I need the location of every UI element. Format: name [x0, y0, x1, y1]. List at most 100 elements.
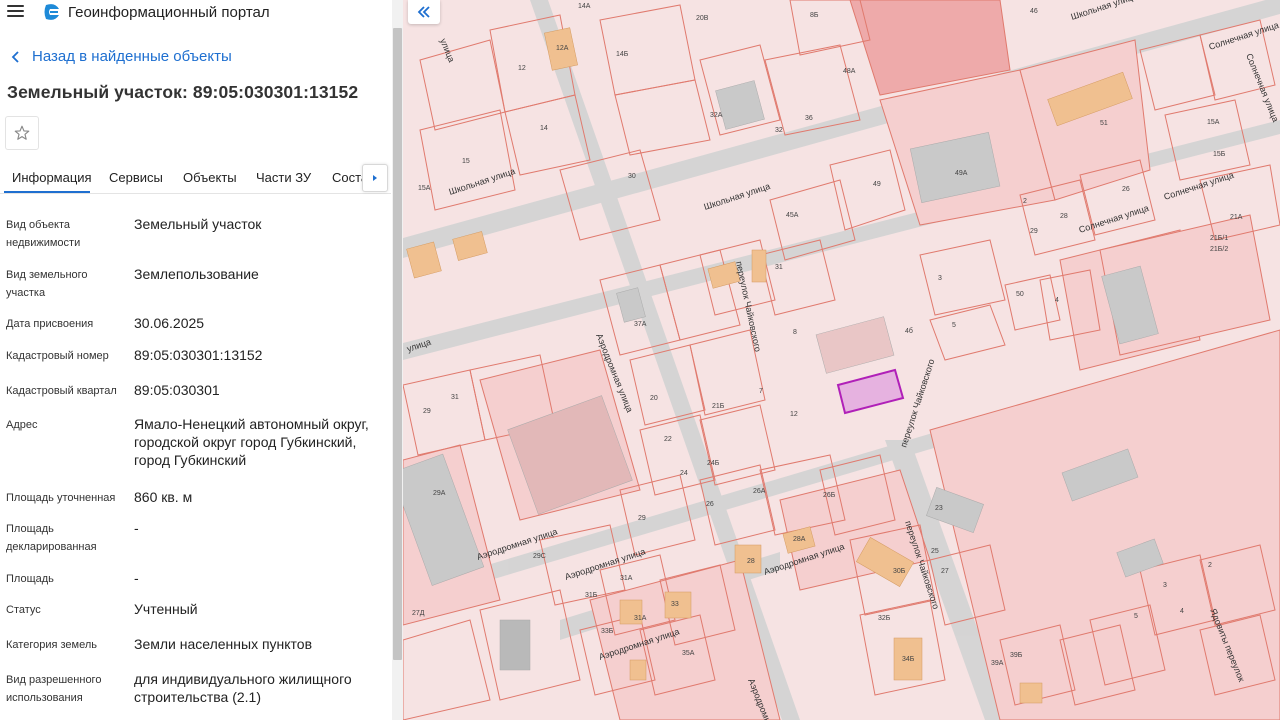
svg-text:27Д: 27Д: [412, 610, 425, 617]
back-link-label: Назад в найденные объекты: [32, 48, 232, 65]
svg-text:31Б: 31Б: [585, 592, 598, 599]
tab-services[interactable]: Сервисы: [109, 170, 163, 185]
panel-scrollbar-thumb[interactable]: [393, 28, 402, 660]
svg-text:30: 30: [628, 173, 636, 180]
svg-text:8: 8: [793, 329, 797, 336]
svg-text:24Б: 24Б: [707, 460, 720, 467]
portal-logo-icon: [44, 4, 59, 20]
field-label: Вид разрешенного использования: [6, 674, 102, 704]
field-label: Площадь: [6, 573, 54, 585]
svg-text:15Б: 15Б: [1213, 151, 1226, 158]
svg-text:51: 51: [1100, 120, 1108, 127]
svg-text:26А: 26А: [753, 488, 766, 495]
collapse-panel-button[interactable]: [408, 0, 440, 24]
field-value: -: [134, 570, 139, 586]
field-value: Учтенный: [134, 601, 198, 617]
cadastral-map[interactable]: 14А12А14Б 20В 8Б12 141515А 3032А32 3648А4…: [403, 0, 1280, 720]
svg-text:32Б: 32Б: [878, 615, 891, 622]
svg-text:29: 29: [423, 408, 431, 415]
svg-text:28А: 28А: [793, 536, 806, 543]
svg-text:2: 2: [1023, 198, 1027, 205]
svg-text:31А: 31А: [620, 575, 633, 582]
tab-composition[interactable]: Соста: [332, 170, 362, 185]
svg-text:31А: 31А: [634, 615, 647, 622]
field-value: Ямало-Ненецкий автономный округ, городск…: [134, 416, 369, 468]
field-value: Земли населенных пунктов: [134, 636, 313, 652]
field-label: Вид земельного участка: [6, 269, 88, 299]
svg-text:21Б: 21Б: [712, 403, 725, 410]
svg-text:14Б: 14Б: [616, 51, 629, 58]
menu-icon[interactable]: [7, 5, 24, 19]
page-title: Земельный участок: 89:05:030301:13152: [7, 82, 359, 102]
field-value: -: [134, 520, 139, 536]
field-value: Землепользование: [134, 266, 259, 282]
svg-text:33: 33: [671, 601, 679, 608]
svg-text:26: 26: [1122, 186, 1130, 193]
svg-text:4б: 4б: [905, 327, 913, 335]
tab-parts[interactable]: Части ЗУ: [256, 170, 311, 185]
svg-text:37А: 37А: [634, 321, 647, 328]
svg-text:50: 50: [1016, 291, 1024, 298]
svg-text:5: 5: [1134, 613, 1138, 620]
field-value: 89:05:030301:13152: [134, 347, 263, 363]
svg-text:23: 23: [935, 505, 943, 512]
back-link[interactable]: Назад в найденные объекты: [8, 48, 232, 65]
svg-text:30Б: 30Б: [893, 568, 906, 575]
svg-text:29: 29: [1030, 228, 1038, 235]
active-tab-indicator: [4, 191, 90, 193]
field-label: Кадастровый квартал: [6, 385, 117, 397]
svg-text:22: 22: [664, 436, 672, 443]
svg-text:4: 4: [1055, 297, 1059, 304]
field-label: Площадь декларированная: [6, 523, 97, 553]
svg-text:2: 2: [1208, 562, 1212, 569]
svg-text:14: 14: [540, 125, 548, 132]
svg-text:21А: 21А: [1230, 214, 1243, 221]
svg-text:34Б: 34Б: [902, 656, 915, 663]
svg-text:28: 28: [1060, 213, 1068, 220]
svg-text:32: 32: [775, 127, 783, 134]
field-value: 860 кв. м: [134, 489, 193, 505]
svg-text:15: 15: [462, 158, 470, 165]
favorite-button[interactable]: [5, 116, 39, 150]
svg-text:12: 12: [790, 411, 798, 418]
svg-text:29С: 29С: [533, 553, 546, 560]
svg-text:12: 12: [518, 65, 526, 72]
svg-text:28: 28: [747, 558, 755, 565]
arrow-right-icon: [373, 175, 377, 181]
svg-text:20В: 20В: [696, 15, 709, 22]
tabs-scroll-right-button[interactable]: [362, 164, 388, 192]
svg-text:3: 3: [938, 275, 942, 282]
field-label: Статус: [6, 604, 41, 616]
svg-text:35А: 35А: [682, 650, 695, 657]
svg-text:24: 24: [680, 470, 688, 477]
svg-text:49А: 49А: [955, 170, 968, 177]
app-title: Геоинформационный портал: [68, 4, 270, 21]
tab-info[interactable]: Информация: [12, 170, 92, 185]
tab-objects[interactable]: Объекты: [183, 170, 237, 185]
field-value: 89:05:030301: [134, 382, 220, 398]
field-value: Земельный участок: [134, 216, 262, 232]
double-chevron-left-icon: [417, 6, 430, 18]
svg-text:21Б/1: 21Б/1: [1210, 235, 1228, 242]
svg-text:14А: 14А: [578, 3, 591, 10]
svg-text:36: 36: [805, 115, 813, 122]
field-label: Площадь уточненная: [6, 492, 116, 504]
field-label: Дата присвоения: [6, 318, 94, 330]
svg-text:48А: 48А: [843, 68, 856, 75]
info-panel: Геоинформационный портал Назад в найденн…: [0, 0, 403, 720]
svg-text:31: 31: [451, 394, 459, 401]
svg-text:5: 5: [952, 322, 956, 329]
chevron-left-icon: [11, 50, 19, 63]
svg-text:21Б/2: 21Б/2: [1210, 246, 1228, 253]
svg-text:31: 31: [775, 264, 783, 271]
svg-text:39Б: 39Б: [1010, 652, 1023, 659]
svg-text:39А: 39А: [991, 660, 1004, 667]
svg-text:3: 3: [1163, 582, 1167, 589]
svg-text:26: 26: [706, 501, 714, 508]
svg-text:15А: 15А: [418, 185, 431, 192]
field-label: Адрес: [6, 419, 38, 431]
svg-text:49: 49: [873, 181, 881, 188]
svg-text:46: 46: [1030, 8, 1038, 15]
map-view[interactable]: 14А 12А 14Б 20В 8Б 12 14 15 15А 30 32А 32 36 48А 4…: [403, 0, 1280, 720]
field-value: для индивидуального жилищного строительс…: [134, 671, 352, 705]
